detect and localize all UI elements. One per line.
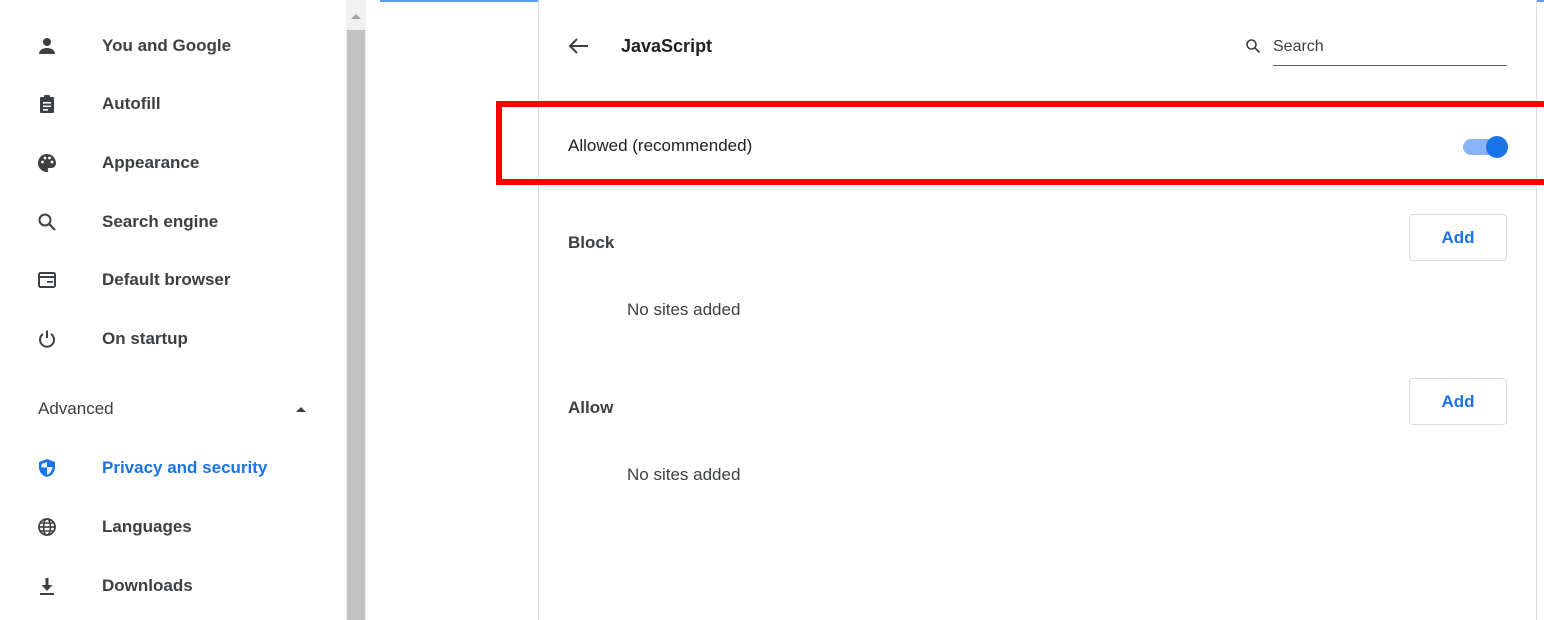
sidebar-item-on-startup[interactable]: On startup (0, 319, 346, 359)
download-icon (36, 575, 58, 597)
allow-empty-message: No sites added (627, 465, 741, 484)
sidebar-item-label: Privacy and security (102, 458, 268, 477)
search-input[interactable] (1273, 34, 1507, 60)
sidebar-item-label: Downloads (102, 576, 193, 595)
sidebar-item-languages[interactable]: Languages (0, 507, 346, 547)
sidebar-item-privacy-and-security[interactable]: Privacy and security (0, 448, 346, 488)
highlight-box (496, 101, 1544, 185)
sidebar-item-label: Search engine (102, 212, 219, 231)
divider (538, 186, 1537, 187)
advanced-label: Advanced (38, 399, 114, 418)
block-add-button[interactable]: Add (1409, 214, 1507, 261)
search-underline (1273, 65, 1507, 66)
person-icon (36, 35, 58, 57)
sidebar-item-label: Autofill (102, 94, 161, 113)
allow-section-heading: Allow (568, 398, 614, 417)
globe-icon (36, 516, 58, 538)
advanced-section-toggle[interactable]: Advanced (0, 389, 346, 429)
browser-window-icon (36, 269, 58, 291)
scrollbar-thumb[interactable] (347, 30, 365, 620)
sidebar-item-autofill[interactable]: Autofill (0, 84, 346, 124)
palette-icon (36, 152, 58, 174)
clipboard-icon (36, 93, 58, 115)
search-icon (1246, 39, 1261, 54)
caret-up-icon (296, 406, 306, 412)
block-empty-message: No sites added (627, 300, 741, 319)
shield-icon (36, 457, 58, 479)
sidebar-item-label: Appearance (102, 153, 200, 172)
sidebar-item-label: Default browser (102, 270, 231, 289)
power-icon (36, 328, 58, 350)
block-section-heading: Block (568, 233, 615, 252)
back-arrow-icon[interactable] (566, 35, 592, 57)
sidebar-item-search-engine[interactable]: Search engine (0, 202, 346, 242)
allow-add-button[interactable]: Add (1409, 378, 1507, 425)
sidebar-item-downloads[interactable]: Downloads (0, 566, 346, 606)
sidebar-item-label: Languages (102, 517, 192, 536)
sidebar-item-default-browser[interactable]: Default browser (0, 260, 346, 300)
sidebar-item-you-and-google[interactable]: You and Google (0, 26, 346, 66)
settings-sidebar: You and Google Autofill Appearance Searc… (0, 0, 346, 620)
sidebar-item-label: On startup (102, 329, 188, 348)
search-field[interactable] (1245, 30, 1507, 66)
page-title: JavaScript (621, 36, 713, 56)
sidebar-item-label: You and Google (102, 36, 232, 55)
search-icon (36, 211, 58, 233)
scroll-up-arrow-icon[interactable] (351, 14, 361, 19)
sidebar-item-appearance[interactable]: Appearance (0, 143, 346, 183)
